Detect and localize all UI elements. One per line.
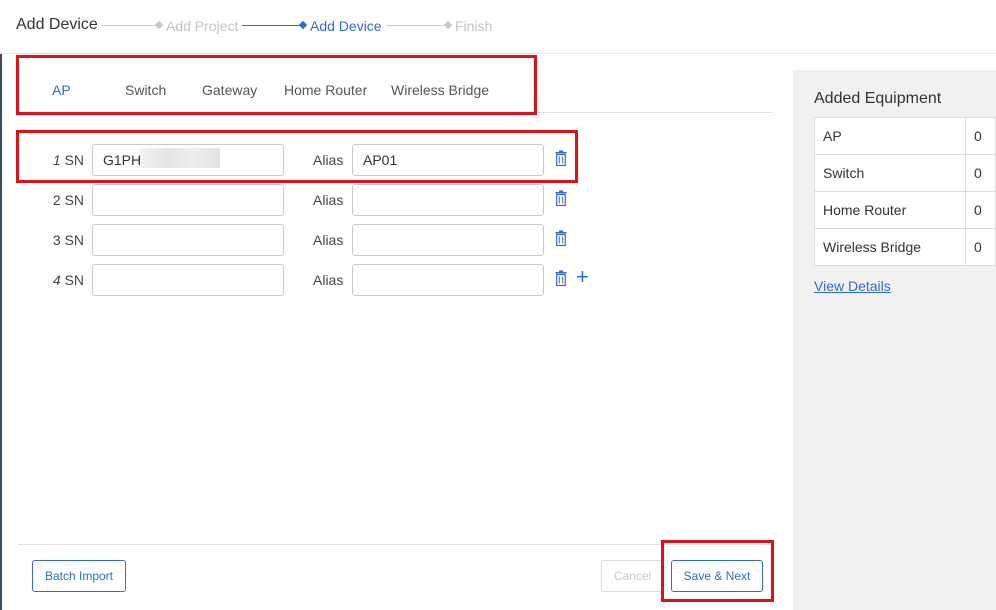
- alias-label: Alias: [313, 192, 344, 208]
- alias-input[interactable]: [352, 184, 544, 216]
- table-row: Wireless Bridge 0: [814, 228, 996, 266]
- view-details-link[interactable]: View Details: [814, 278, 891, 294]
- tab-home-router[interactable]: Home Router: [284, 82, 367, 98]
- header: Add Device Add Project Add Device Finish: [0, 0, 996, 54]
- equipment-type: Switch: [814, 154, 966, 192]
- table-row: Home Router 0: [814, 191, 996, 229]
- tab-switch[interactable]: Switch: [125, 82, 166, 98]
- diamond-icon: [443, 20, 453, 30]
- step-add-device: Add Device: [310, 18, 382, 34]
- equipment-count: 0: [965, 154, 996, 192]
- device-row: 3 SN Alias: [18, 220, 598, 260]
- sn-label-text: SN: [64, 272, 84, 288]
- sn-input[interactable]: [92, 184, 284, 216]
- row-number: 1: [52, 152, 61, 168]
- row-number: 2: [52, 192, 61, 208]
- table-row: AP 0: [814, 117, 996, 155]
- page-title: Add Device: [16, 16, 98, 33]
- device-type-tabs: AP Switch Gateway Home Router Wireless B…: [18, 56, 773, 113]
- equipment-type: Wireless Bridge: [814, 228, 966, 266]
- tab-gateway[interactable]: Gateway: [202, 82, 257, 98]
- batch-import-button[interactable]: Batch Import: [32, 560, 126, 592]
- redacted-serial: [140, 148, 220, 168]
- alias-input[interactable]: [352, 264, 544, 296]
- table-row: Switch 0: [814, 154, 996, 192]
- alias-input[interactable]: [352, 224, 544, 256]
- equipment-type: AP: [814, 117, 966, 155]
- step-connector: [386, 25, 444, 26]
- device-row: 4 SN Alias +: [18, 260, 598, 300]
- added-equipment-panel: Added Equipment AP 0 Switch 0 Home Router 0…: [793, 70, 996, 610]
- sn-input[interactable]: [92, 264, 284, 296]
- equipment-type: Home Router: [814, 191, 966, 229]
- footer-divider: [18, 544, 773, 545]
- app-root: Add Device Add Project Add Device Finish…: [0, 0, 996, 610]
- equipment-count: 0: [965, 117, 996, 155]
- trash-icon[interactable]: [555, 190, 567, 206]
- sn-label: 2 SN: [18, 192, 84, 208]
- alias-input[interactable]: [352, 144, 544, 176]
- sn-label: 3 SN: [18, 232, 84, 248]
- step-connector: [101, 25, 158, 26]
- trash-icon[interactable]: [555, 270, 567, 286]
- save-next-button[interactable]: Save & Next: [671, 560, 763, 592]
- diamond-icon: [154, 20, 164, 30]
- sn-label: 4 SN: [18, 272, 84, 288]
- equipment-count: 0: [965, 228, 996, 266]
- sn-label-text: SN: [64, 152, 84, 168]
- row-number: 4: [52, 272, 61, 288]
- equipment-count: 0: [965, 191, 996, 229]
- trash-icon[interactable]: [555, 150, 567, 166]
- sn-label: 1 SN: [18, 152, 84, 168]
- diamond-icon: [298, 20, 308, 30]
- device-row: 2 SN Alias: [18, 180, 598, 220]
- tab-ap[interactable]: AP: [52, 82, 71, 98]
- alias-label: Alias: [313, 232, 344, 248]
- alias-label: Alias: [313, 272, 344, 288]
- window-left-edge: [0, 0, 2, 610]
- alias-label: Alias: [313, 152, 344, 168]
- added-equipment-title: Added Equipment: [814, 90, 942, 107]
- cancel-button[interactable]: Cancel: [601, 560, 664, 592]
- sn-input[interactable]: [92, 224, 284, 256]
- trash-icon[interactable]: [555, 230, 567, 246]
- plus-icon[interactable]: +: [576, 266, 589, 288]
- row-number: 3: [52, 232, 61, 248]
- sn-label-text: SN: [64, 232, 84, 248]
- step-add-project: Add Project: [166, 18, 239, 34]
- device-row: 1 SN Alias: [18, 140, 598, 180]
- step-finish: Finish: [455, 18, 493, 34]
- tab-wireless-bridge[interactable]: Wireless Bridge: [391, 82, 489, 98]
- step-connector: [242, 25, 300, 26]
- sn-label-text: SN: [64, 192, 84, 208]
- equipment-table: AP 0 Switch 0 Home Router 0 Wireless Bridge…: [814, 117, 996, 266]
